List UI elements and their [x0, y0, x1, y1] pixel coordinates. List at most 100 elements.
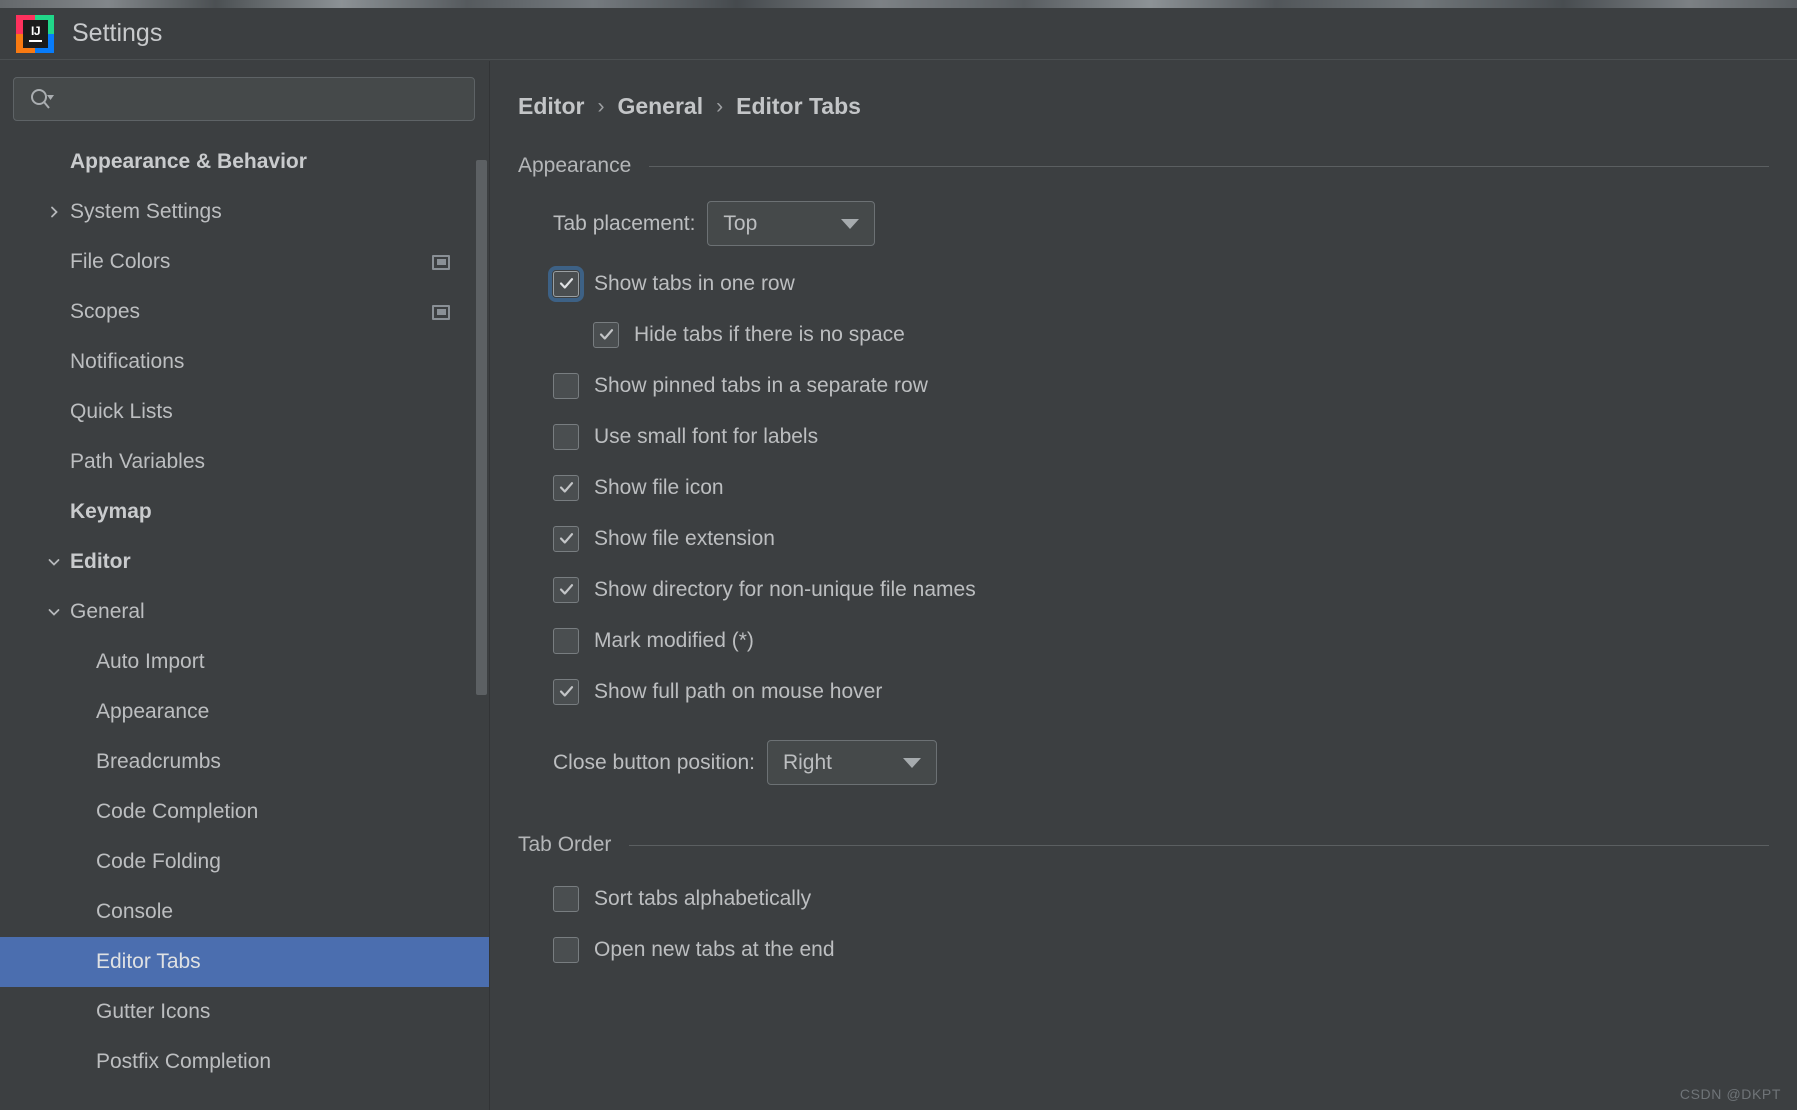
breadcrumb-part[interactable]: Editor: [518, 93, 584, 120]
checkbox-sort-tabs-alphabetically[interactable]: [553, 885, 579, 912]
sidebar-item-label: Console: [96, 900, 174, 923]
sidebar-item-path-variables[interactable]: Path Variables: [0, 437, 490, 487]
sidebar-item-file-colors[interactable]: File Colors: [0, 237, 490, 287]
sidebar-item-label: Notifications: [70, 350, 185, 373]
check-icon: [559, 480, 574, 495]
checkbox-label: Show file extension: [594, 526, 775, 550]
checkbox-label: Hide tabs if there is no space: [634, 322, 905, 346]
section-title: Tab Order: [518, 833, 612, 856]
sidebar-item-general[interactable]: General: [0, 587, 490, 637]
breadcrumb-part[interactable]: General: [617, 93, 703, 120]
sidebar-item-label: Auto Import: [96, 650, 205, 673]
intellij-idea-logo-icon: IJ: [16, 14, 54, 53]
search-container: [0, 61, 490, 131]
checkbox-label: Sort tabs alphabetically: [594, 886, 812, 910]
sidebar-item-label: Appearance: [96, 700, 210, 723]
sidebar-scrollbar-thumb[interactable]: [476, 160, 487, 695]
sidebar-item-keymap[interactable]: Keymap: [0, 487, 490, 537]
checkbox-mark-modified[interactable]: [553, 627, 579, 654]
checkbox-show-pinned-tabs-in-a-separate-row[interactable]: [553, 372, 579, 399]
check-icon: [559, 276, 574, 291]
title-bar: IJ Settings: [0, 8, 1797, 60]
checkbox-label: Show directory for non-unique file names: [594, 577, 976, 601]
sidebar-item-appearance-behavior[interactable]: Appearance & Behavior: [0, 137, 490, 187]
checkbox-hide-tabs-if-there-is-no-space[interactable]: [593, 321, 619, 348]
chevron-down-icon: [841, 218, 860, 229]
checkbox-label: Use small font for labels: [594, 424, 819, 448]
section-title: Appearance: [518, 154, 632, 177]
checkbox-label: Show tabs in one row: [594, 271, 795, 295]
checkbox-label: Mark modified (*): [594, 628, 754, 652]
breadcrumb-separator: ›: [597, 94, 605, 118]
section-divider-line: [649, 165, 1769, 167]
search-input[interactable]: [54, 89, 474, 109]
checkbox-row-show-pinned-tabs-in-a-separate-row[interactable]: Show pinned tabs in a separate row: [553, 360, 1797, 411]
checkbox-show-tabs-in-one-row[interactable]: [548, 265, 584, 302]
tab-placement-value: Top: [723, 211, 758, 235]
close-button-position-value: Right: [782, 750, 832, 774]
sidebar-item-label: Scopes: [70, 300, 141, 323]
appearance-checkbox-group: Show tabs in one row Hide tabs if there i…: [548, 258, 1797, 717]
appearance-form: Tab placement: Top Show tabs in one row H…: [490, 201, 1797, 785]
breadcrumb-part[interactable]: Editor Tabs: [736, 93, 861, 120]
settings-tree: Appearance & Behavior System Settings File…: [0, 131, 490, 1087]
checkbox-row-show-directory-for-non-unique-file-names[interactable]: Show directory for non-unique file names: [553, 564, 1797, 615]
checkbox-label: Show full path on mouse hover: [594, 679, 883, 703]
sidebar-item-label: Quick Lists: [70, 400, 173, 423]
checkbox-row-show-full-path-on-mouse-hover[interactable]: Show full path on mouse hover: [553, 666, 1797, 717]
checkbox-show-directory-for-non-unique-file-names[interactable]: [553, 576, 579, 603]
close-button-position-label: Close button position:: [553, 750, 755, 774]
section-appearance-header: Appearance: [490, 154, 1797, 178]
sidebar-item-label: Code Folding: [96, 850, 221, 873]
checkbox-row-hide-tabs-if-there-is-no-space[interactable]: Hide tabs if there is no space: [553, 309, 1797, 360]
sidebar-item-label: Keymap: [70, 500, 152, 523]
sidebar-item-label: Code Completion: [96, 800, 259, 823]
chevron-down-icon[interactable]: [44, 552, 64, 572]
checkbox-label: Open new tabs at the end: [594, 937, 835, 961]
sidebar-item-code-completion[interactable]: Code Completion: [0, 787, 490, 837]
watermark: CSDN @DKPT: [1679, 1086, 1781, 1102]
sidebar-item-appearance[interactable]: Appearance: [0, 687, 490, 737]
checkbox-row-use-small-font-for-labels[interactable]: Use small font for labels: [553, 411, 1797, 462]
checkbox-open-new-tabs-at-the-end[interactable]: [553, 936, 579, 963]
sidebar-item-quick-lists[interactable]: Quick Lists: [0, 387, 490, 437]
sidebar-item-editor-tabs[interactable]: Editor Tabs: [0, 937, 490, 987]
sidebar-item-label: Editor Tabs: [96, 950, 201, 973]
sidebar-item-editor[interactable]: Editor: [0, 537, 490, 587]
tab-placement-select[interactable]: Top: [707, 201, 876, 246]
sidebar-item-notifications[interactable]: Notifications: [0, 337, 490, 387]
breadcrumb-separator: ›: [716, 94, 724, 118]
chevron-down-icon[interactable]: [44, 602, 64, 622]
window-body: Appearance & Behavior System Settings File…: [0, 61, 1797, 1110]
check-icon: [599, 327, 614, 342]
sidebar-item-breadcrumbs[interactable]: Breadcrumbs: [0, 737, 490, 787]
sidebar-item-label: File Colors: [70, 250, 171, 273]
close-button-position-select[interactable]: Right: [766, 740, 937, 785]
checkbox-show-file-icon[interactable]: [553, 474, 579, 501]
sidebar-item-console[interactable]: Console: [0, 887, 490, 937]
tab-placement-label: Tab placement:: [553, 211, 696, 235]
chevron-down-icon: [902, 757, 921, 768]
chevron-right-icon[interactable]: [44, 202, 64, 222]
checkbox-row-show-file-icon[interactable]: Show file icon: [553, 462, 1797, 513]
sidebar-item-auto-import[interactable]: Auto Import: [0, 637, 490, 687]
checkbox-row-open-new-tabs-at-the-end[interactable]: Open new tabs at the end: [553, 924, 1797, 975]
sidebar-item-code-folding[interactable]: Code Folding: [0, 837, 490, 887]
sidebar-item-gutter-icons[interactable]: Gutter Icons: [0, 987, 490, 1037]
sidebar-item-postfix-completion[interactable]: Postfix Completion: [0, 1037, 490, 1087]
checkbox-row-show-tabs-in-one-row[interactable]: Show tabs in one row: [548, 258, 1797, 309]
sidebar-item-label: Editor: [70, 550, 131, 573]
sidebar-item-system-settings[interactable]: System Settings: [0, 187, 490, 237]
window-title: Settings: [72, 19, 163, 47]
sidebar-item-label: Gutter Icons: [96, 1000, 211, 1023]
checkbox-row-sort-tabs-alphabetically[interactable]: Sort tabs alphabetically: [553, 873, 1797, 924]
checkbox-label: Show pinned tabs in a separate row: [594, 373, 928, 397]
search-box[interactable]: [13, 77, 475, 121]
checkbox-row-show-file-extension[interactable]: Show file extension: [553, 513, 1797, 564]
close-button-position-row: Close button position: Right: [553, 740, 1797, 785]
sidebar-item-scopes[interactable]: Scopes: [0, 287, 490, 337]
checkbox-show-file-extension[interactable]: [553, 525, 579, 552]
checkbox-use-small-font-for-labels[interactable]: [553, 423, 579, 450]
checkbox-row-mark-modified[interactable]: Mark modified (*): [553, 615, 1797, 666]
checkbox-show-full-path-on-mouse-hover[interactable]: [553, 678, 579, 705]
